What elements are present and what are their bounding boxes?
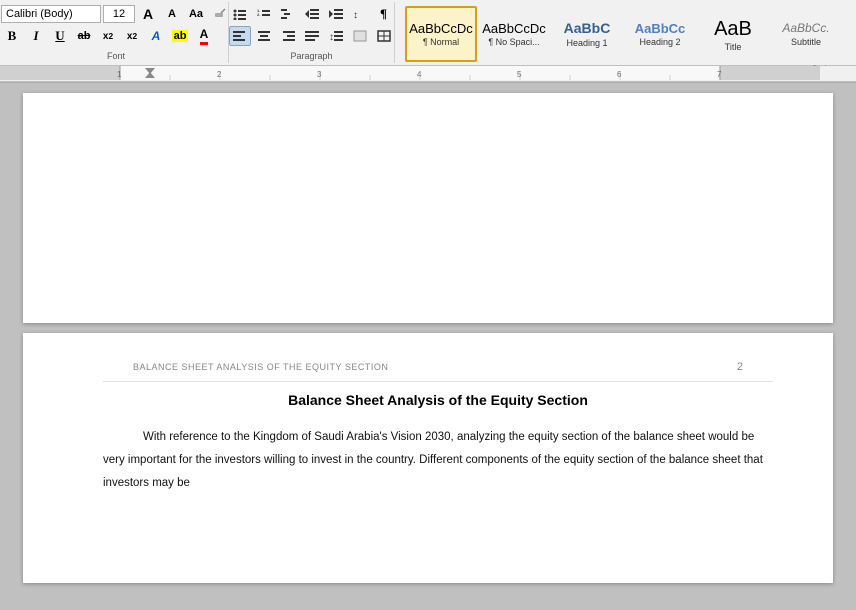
align-center-icon (257, 30, 271, 42)
toolbar: Calibri (Body) 12 A A Aa (0, 0, 856, 83)
sort-icon: ↕ (353, 8, 367, 20)
bold-button[interactable]: B (1, 26, 23, 46)
style-no-spacing-label: ¶ No Spaci... (488, 37, 539, 47)
svg-text:3: 3 (317, 70, 322, 79)
style-title-preview: AaB (714, 17, 752, 41)
align-left-button[interactable] (229, 26, 251, 46)
subscript-button[interactable]: x2 (97, 26, 119, 46)
svg-text:6: 6 (617, 70, 622, 79)
superscript-button[interactable]: x2 (121, 26, 143, 46)
numbering-button[interactable]: 1. 2. (253, 4, 275, 24)
svg-text:2: 2 (217, 70, 222, 79)
increase-indent-button[interactable] (325, 4, 347, 24)
svg-text:1: 1 (117, 70, 122, 79)
style-title-label: Title (725, 42, 742, 52)
styles-group: AaBbCcDc ¶ Normal AaBbCcDc ¶ No Spaci...… (395, 2, 852, 63)
justify-button[interactable] (301, 26, 323, 46)
page-header: BALANCE SHEET ANALYSIS OF THE EQUITY SEC… (103, 353, 773, 382)
svg-text:5: 5 (517, 70, 522, 79)
font-size-text: 12 (113, 8, 125, 20)
page-header-title: BALANCE SHEET ANALYSIS OF THE EQUITY SEC… (133, 362, 388, 372)
font-name-box[interactable]: Calibri (Body) (1, 5, 101, 23)
increase-indent-icon (329, 8, 343, 20)
svg-text:↕: ↕ (329, 32, 334, 42)
document-heading[interactable]: Balance Sheet Analysis of the Equity Sec… (103, 392, 773, 408)
style-subtitle-label: Subtitle (791, 37, 821, 47)
page-1[interactable] (23, 93, 833, 323)
font-group: Calibri (Body) 12 A A Aa (4, 2, 229, 63)
bullets-icon (233, 8, 247, 20)
text-highlight-button[interactable]: ab (169, 26, 191, 46)
align-center-button[interactable] (253, 26, 275, 46)
style-heading1-preview: AaBbC (564, 20, 611, 37)
italic-button[interactable]: I (25, 26, 47, 46)
style-no-spacing[interactable]: AaBbCcDc ¶ No Spaci... (478, 6, 550, 62)
eraser-icon (213, 7, 227, 21)
style-heading2[interactable]: AaBbCc Heading 2 (624, 6, 696, 62)
shrink-font-button[interactable]: A (161, 4, 183, 24)
style-normal-preview: AaBbCcDc (409, 21, 473, 37)
align-right-icon (281, 30, 295, 42)
page-2[interactable]: BALANCE SHEET ANALYSIS OF THE EQUITY SEC… (23, 333, 833, 583)
style-title[interactable]: AaB Title (697, 6, 769, 62)
font-name-text: Calibri (Body) (6, 8, 73, 20)
change-case-button[interactable]: Aa (185, 4, 207, 24)
svg-text:2.: 2. (257, 12, 260, 17)
text-effects-button[interactable]: A (145, 26, 167, 46)
style-heading2-preview: AaBbCc (635, 21, 686, 37)
align-right-button[interactable] (277, 26, 299, 46)
font-size-box[interactable]: 12 (103, 5, 135, 23)
borders-icon (377, 30, 391, 42)
shading-button[interactable] (349, 26, 371, 46)
style-heading2-label: Heading 2 (639, 37, 680, 47)
para-row2: ↕ (229, 26, 395, 46)
grow-font-button[interactable]: A (137, 4, 159, 24)
style-subtitle[interactable]: AaBbCc. Subtitle (770, 6, 842, 62)
justify-icon (305, 30, 319, 42)
bullets-button[interactable] (229, 4, 251, 24)
decrease-indent-button[interactable] (301, 4, 323, 24)
font-row2: B I U ab x2 x2 A ab A (1, 26, 231, 46)
styles-section: AaBbCcDc ¶ Normal AaBbCcDc ¶ No Spaci...… (401, 4, 846, 64)
sort-button[interactable]: ↕ (349, 4, 371, 24)
svg-text:4: 4 (417, 70, 422, 79)
svg-text:↕: ↕ (353, 10, 358, 20)
style-normal[interactable]: AaBbCcDc ¶ Normal (405, 6, 477, 62)
font-color-button[interactable]: A (193, 26, 215, 46)
document-body[interactable]: With reference to the Kingdom of Saudi A… (103, 426, 773, 495)
multilevel-list-button[interactable] (277, 4, 299, 24)
ruler-svg: 1 2 3 4 5 6 7 (0, 66, 820, 80)
paragraph-group: 1. 2. (229, 2, 395, 63)
line-spacing-button[interactable]: ↕ (325, 26, 347, 46)
show-paragraph-button[interactable]: ¶ (373, 4, 395, 24)
style-heading1[interactable]: AaBbC Heading 1 (551, 6, 623, 62)
style-normal-label: ¶ Normal (423, 37, 459, 47)
page-number: 2 (737, 361, 743, 373)
align-left-icon (233, 30, 247, 42)
font-row1: Calibri (Body) 12 A A Aa (1, 4, 231, 24)
underline-button[interactable]: U (49, 26, 71, 46)
strikethrough-button[interactable]: ab (73, 26, 95, 46)
shading-icon (353, 30, 367, 42)
line-spacing-icon: ↕ (329, 30, 343, 42)
para-row1: 1. 2. (229, 4, 395, 24)
borders-button[interactable] (373, 26, 395, 46)
decrease-indent-icon (305, 8, 319, 20)
font-group-label: Font (4, 51, 228, 61)
multilevel-icon (281, 8, 295, 20)
document-area: BALANCE SHEET ANALYSIS OF THE EQUITY SEC… (0, 83, 856, 593)
style-heading1-label: Heading 1 (566, 38, 607, 48)
numbering-icon: 1. 2. (257, 8, 271, 20)
svg-text:7: 7 (717, 70, 722, 79)
style-no-spacing-preview: AaBbCcDc (482, 21, 546, 37)
style-subtitle-preview: AaBbCc. (782, 21, 829, 35)
ruler: 1 2 3 4 5 6 7 (0, 66, 856, 82)
ribbon: Calibri (Body) 12 A A Aa (0, 0, 856, 66)
paragraph-group-label: Paragraph (229, 51, 394, 61)
